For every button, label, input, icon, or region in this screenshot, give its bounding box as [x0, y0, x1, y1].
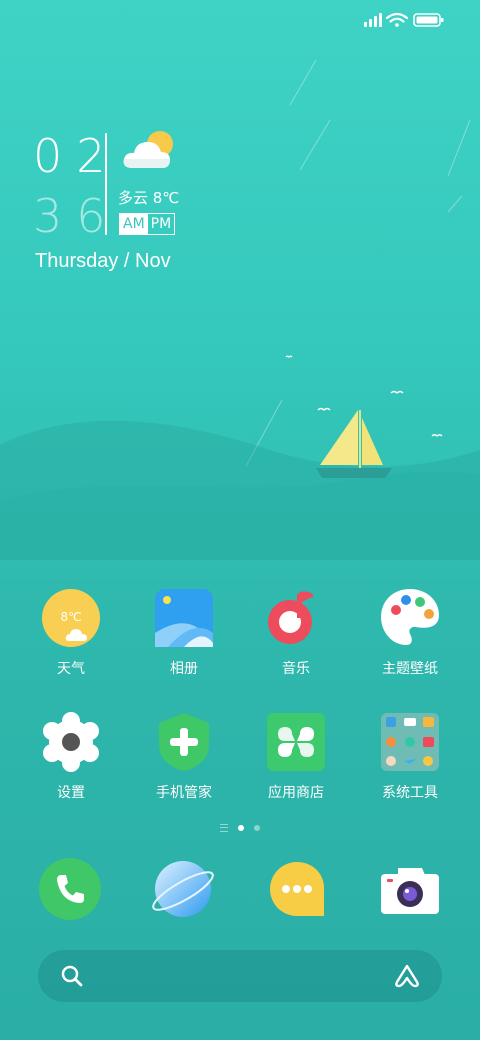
- phone-icon: [39, 858, 101, 920]
- app-label: 天气: [57, 661, 85, 677]
- app-gallery[interactable]: 相册: [136, 588, 232, 678]
- camera-icon: [381, 868, 439, 914]
- dock-messages[interactable]: [266, 858, 328, 920]
- app-settings[interactable]: 设置: [23, 712, 119, 802]
- settings-gear-icon: [41, 712, 101, 772]
- app-themes[interactable]: 主题壁纸: [362, 588, 458, 678]
- weather-condition: 多云: [118, 189, 149, 207]
- page-indicator[interactable]: [0, 824, 480, 832]
- date-label[interactable]: Thursday / Nov: [35, 250, 171, 273]
- dock-phone[interactable]: [39, 858, 101, 920]
- pm-label: PM: [150, 216, 172, 232]
- am-pm-indicator: AM PM: [119, 213, 176, 235]
- weather-summary[interactable]: 多云 8℃: [118, 187, 179, 208]
- folder-icon: [380, 712, 440, 772]
- search-bar[interactable]: [38, 950, 442, 1002]
- app-label: 设置: [57, 785, 85, 801]
- am-label: AM: [120, 214, 148, 234]
- app-weather[interactable]: 8℃ 天气: [23, 588, 119, 678]
- app-phone-manager[interactable]: 手机管家: [136, 712, 232, 802]
- page-dot[interactable]: [254, 825, 260, 831]
- app-store[interactable]: 应用商店: [248, 712, 344, 802]
- app-label: 主题壁纸: [382, 661, 438, 677]
- app-label: 系统工具: [382, 785, 438, 801]
- clock-divider: [105, 133, 107, 235]
- app-store-icon: [266, 712, 326, 772]
- app-label: 应用商店: [268, 785, 324, 801]
- app-music[interactable]: 音乐: [248, 588, 344, 678]
- gallery-icon: [154, 588, 214, 648]
- weather-temperature: 8℃: [152, 189, 180, 207]
- app-system-tools[interactable]: 系统工具: [362, 712, 458, 802]
- dock-browser[interactable]: [152, 858, 214, 920]
- weather-icon: 8℃: [41, 588, 101, 648]
- shield-plus-icon: [154, 712, 214, 772]
- music-icon: [266, 588, 326, 648]
- browser-icon: [152, 861, 214, 917]
- search-icon[interactable]: [60, 964, 84, 988]
- rain-lines: [245, 59, 471, 467]
- page-dot-active[interactable]: [238, 825, 244, 831]
- app-label: 相册: [170, 661, 198, 677]
- cloudy-sun-icon[interactable]: [122, 128, 178, 172]
- palette-icon: [380, 588, 440, 648]
- wallpaper-scene: [0, 59, 480, 560]
- page-list-icon[interactable]: [220, 824, 228, 832]
- weather-icon-temp: 8℃: [60, 610, 81, 624]
- messages-icon: [270, 862, 324, 916]
- app-label: 音乐: [282, 661, 310, 677]
- app-label: 手机管家: [156, 785, 212, 801]
- dock-camera[interactable]: [379, 858, 441, 920]
- assistant-icon[interactable]: [393, 962, 421, 990]
